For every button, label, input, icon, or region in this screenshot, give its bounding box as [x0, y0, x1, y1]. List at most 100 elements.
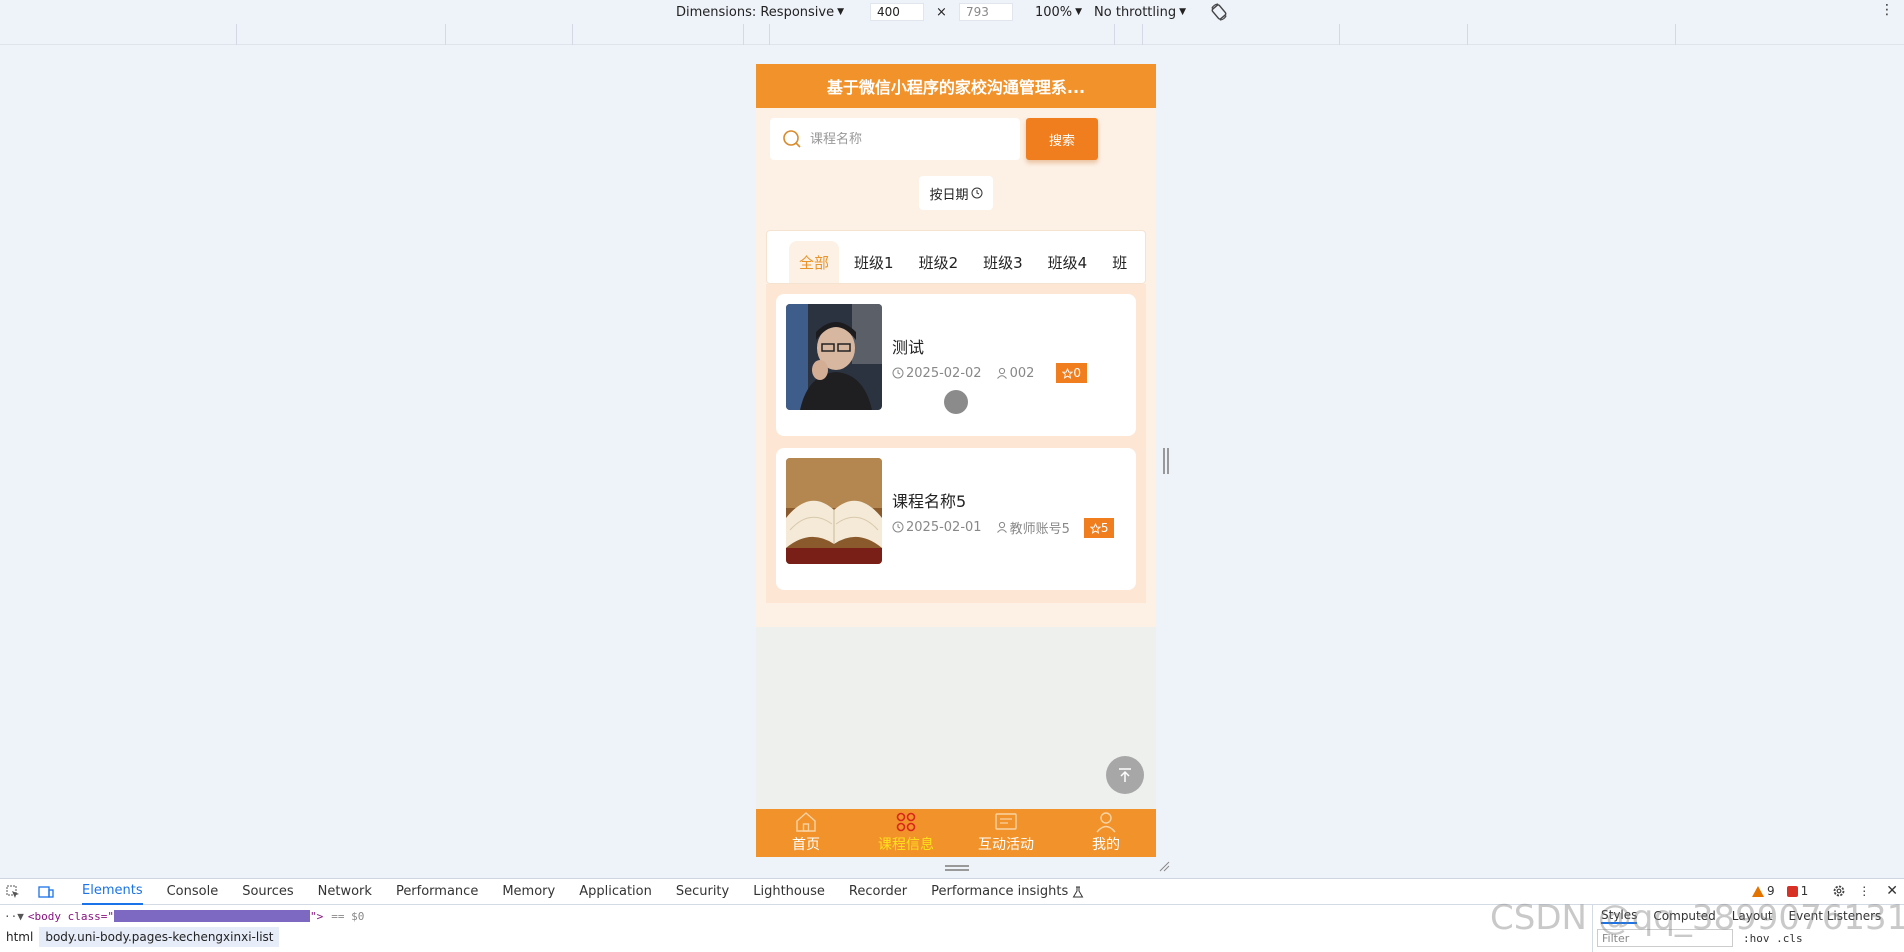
course-title: 课程名称5 — [892, 492, 967, 511]
message-icon — [995, 813, 1017, 830]
bottom-tabbar: 首页 课程信息 互动活动 我的 — [756, 809, 1156, 857]
watermark: CSDN @qq_3899076131 — [1490, 898, 1904, 938]
dom-tag-open: <body class=" — [27, 909, 114, 923]
touch-indicator — [944, 390, 968, 414]
tab-class-2[interactable]: 班级2 — [909, 241, 969, 283]
device-mode-icon[interactable] — [38, 883, 58, 901]
tab-performance[interactable]: Performance — [396, 879, 478, 905]
inspect-element-icon[interactable] — [6, 883, 26, 901]
arrow-up-icon — [1119, 768, 1131, 782]
search-input[interactable] — [810, 131, 990, 147]
warnings-badge[interactable]: 9 — [1751, 884, 1775, 898]
selected-marker: == $0 — [331, 909, 365, 923]
page-title: 基于微信小程序的家校沟通管理系... — [826, 78, 1086, 97]
tab-recorder[interactable]: Recorder — [849, 879, 907, 905]
favorite-badge[interactable]: 0 — [1056, 363, 1088, 383]
class-tabs: 全部 班级1 班级2 班级3 班级4 班 — [766, 230, 1146, 284]
course-card[interactable]: 课程名称5 2025-02-01 教师账号5 5 — [776, 448, 1136, 590]
errors-count: 1 — [1800, 884, 1809, 898]
tabbar-item-mine[interactable]: 我的 — [1056, 809, 1156, 857]
resize-corner-icon[interactable] — [1158, 860, 1170, 872]
tab-security[interactable]: Security — [676, 879, 729, 905]
width-input[interactable]: 400 — [870, 3, 925, 21]
times-icon: × — [936, 4, 947, 20]
favorite-badge[interactable]: 5 — [1083, 518, 1115, 538]
breadcrumb-body[interactable]: body.uni-body.pages-kechengxinxi-list — [39, 927, 280, 947]
tab-lighthouse[interactable]: Lighthouse — [753, 879, 825, 905]
zoom-label: 100% — [1034, 4, 1073, 20]
tabbar-item-home[interactable]: 首页 — [756, 809, 856, 857]
tabbar-item-courses[interactable]: 课程信息 — [856, 809, 956, 857]
course-thumbnail — [786, 458, 882, 564]
date-sort-row: 按日期 — [756, 176, 1156, 210]
tabbar-label: 课程信息 — [878, 837, 934, 853]
devtools-status: 9 1 ⋮ ✕ — [1740, 883, 1898, 899]
breadcrumb-html[interactable]: html — [0, 927, 39, 947]
resize-handle-right[interactable] — [1163, 448, 1169, 474]
favorite-count: 0 — [1073, 366, 1082, 380]
tabbar-label: 首页 — [792, 837, 820, 853]
back-to-top-button[interactable] — [1106, 756, 1144, 794]
course-date: 2025-02-02 — [906, 365, 982, 381]
user-icon — [996, 367, 1007, 379]
more-options-icon[interactable]: ⋮ — [1858, 884, 1870, 898]
app-header: 基于微信小程序的家校沟通管理系... — [756, 64, 1156, 108]
course-card[interactable]: 测试 2025-02-02 002 0 — [776, 294, 1136, 436]
caret-down-icon: ▼ — [1179, 7, 1187, 17]
course-thumbnail — [786, 304, 882, 410]
tab-class-3[interactable]: 班级3 — [973, 241, 1033, 283]
tab-class-1[interactable]: 班级1 — [844, 241, 904, 283]
tab-console[interactable]: Console — [167, 879, 219, 905]
tab-sources[interactable]: Sources — [242, 879, 293, 905]
favorite-count: 5 — [1100, 521, 1109, 535]
clock-icon — [892, 521, 904, 533]
search-button[interactable]: 搜索 — [1026, 118, 1098, 160]
flask-icon — [1072, 886, 1084, 897]
tab-memory[interactable]: Memory — [502, 879, 555, 905]
course-teacher: 教师账号5 — [1009, 521, 1070, 537]
home-icon — [796, 812, 816, 832]
rotate-button[interactable] — [1210, 3, 1228, 21]
search-box — [770, 118, 1020, 160]
dimensions-dropdown[interactable]: Dimensions: Responsive ▼ — [676, 5, 844, 20]
course-teacher: 002 — [1009, 365, 1035, 381]
tabbar-item-activities[interactable]: 互动活动 — [956, 809, 1056, 857]
redacted-class — [113, 910, 310, 922]
date-sort-label: 按日期 — [929, 187, 969, 203]
resize-handle-bottom[interactable] — [945, 865, 969, 871]
device-toolbar: Dimensions: Responsive ▼ 400 × 793 100% ▼ … — [0, 0, 1904, 24]
media-query-ruler — [0, 24, 1904, 45]
settings-icon[interactable] — [1832, 884, 1846, 898]
height-input[interactable]: 793 — [958, 3, 1013, 21]
throttling-dropdown[interactable]: No throttling ▼ — [1094, 5, 1186, 20]
errors-badge[interactable]: 1 — [1786, 884, 1809, 898]
dimensions-label: Dimensions: Responsive — [675, 4, 835, 20]
tab-elements[interactable]: Elements — [82, 879, 143, 905]
course-info: 测试 2025-02-02 002 0 — [892, 304, 1126, 426]
throttling-label: No throttling — [1094, 4, 1177, 20]
clock-icon — [971, 187, 982, 199]
close-icon[interactable]: ✕ — [1886, 883, 1898, 899]
tab-class-5[interactable]: 班 — [1102, 241, 1137, 283]
search-icon — [783, 130, 801, 148]
clock-icon — [892, 367, 904, 379]
star-icon — [1089, 522, 1101, 534]
tab-class-4[interactable]: 班级4 — [1038, 241, 1098, 283]
tab-label: Performance insights — [931, 884, 1069, 899]
rotate-icon — [1211, 3, 1227, 21]
course-list: 测试 2025-02-02 002 0 课程名称5 2025-02-01 教师账… — [766, 284, 1146, 603]
user-icon — [996, 521, 1007, 533]
zoom-dropdown[interactable]: 100% ▼ — [1035, 5, 1082, 20]
tab-performance-insights[interactable]: Performance insights — [931, 879, 1084, 905]
expand-arrow-icon[interactable]: ··▼ — [4, 910, 24, 923]
phone-viewport: 基于微信小程序的家校沟通管理系... 搜索 按日期 全部 班级1 班级2 班级3… — [756, 64, 1156, 857]
tabbar-label: 互动活动 — [978, 837, 1034, 853]
tab-application[interactable]: Application — [579, 879, 652, 905]
more-options-icon[interactable]: ⋮ — [1880, 2, 1894, 18]
command-icon — [896, 812, 916, 832]
date-sort-button[interactable]: 按日期 — [919, 176, 993, 210]
user-icon — [1096, 812, 1116, 833]
tab-all[interactable]: 全部 — [789, 241, 840, 283]
tabbar-label: 我的 — [1092, 837, 1120, 853]
tab-network[interactable]: Network — [318, 879, 372, 905]
